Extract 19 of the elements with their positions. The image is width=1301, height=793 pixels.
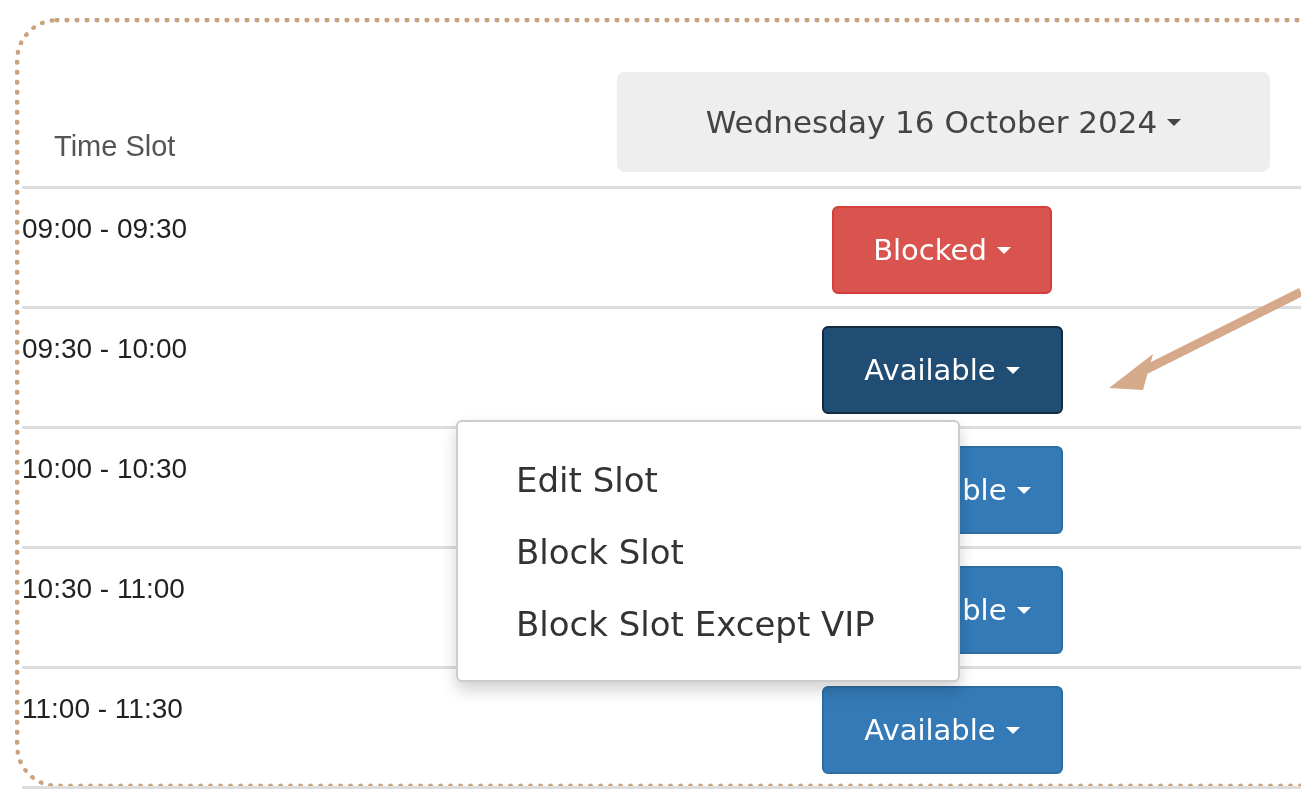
menu-item[interactable]: Block Slot	[458, 516, 958, 588]
time-slot-text: 10:00 - 10:30	[22, 453, 188, 484]
time-slot-text: 09:30 - 10:00	[22, 333, 188, 364]
status-dropdown-button[interactable]: Available	[821, 326, 1063, 414]
caret-icon	[1167, 118, 1182, 126]
time-slot-text: 09:00 - 09:30	[22, 213, 188, 244]
caret-icon	[996, 246, 1011, 254]
status-dropdown-button[interactable]: Available	[821, 686, 1063, 774]
date-dropdown-button[interactable]: Wednesday 16 October 2024	[617, 72, 1270, 172]
caret-icon	[1016, 486, 1031, 494]
caret-icon	[1016, 606, 1031, 614]
caret-icon	[1005, 726, 1020, 734]
column-header: Time Slot	[54, 130, 176, 163]
status-dropdown-button[interactable]: Blocked	[832, 206, 1052, 294]
menu-item[interactable]: Block Slot Except VIP	[458, 588, 958, 660]
caret-icon	[1005, 366, 1020, 374]
time-slot-text: 11:00 - 11:30	[22, 693, 183, 724]
time-slot-text: 10:30 - 11:00	[22, 573, 185, 604]
menu-item[interactable]: Edit Slot	[458, 444, 958, 516]
